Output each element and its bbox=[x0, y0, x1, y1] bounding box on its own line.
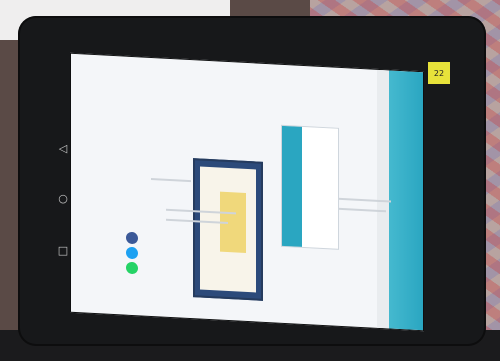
back-glyph: ◁ bbox=[58, 142, 68, 155]
facebook-icon[interactable] bbox=[126, 231, 138, 245]
certificate-image bbox=[193, 158, 263, 301]
tablet-sticker: 22 bbox=[428, 62, 450, 84]
recent-glyph: □ bbox=[57, 244, 69, 257]
recent-apps-icon[interactable]: □ bbox=[56, 244, 70, 257]
browser-top-bar[interactable] bbox=[389, 70, 423, 331]
back-icon[interactable]: ◁ bbox=[56, 142, 70, 155]
content-card-header bbox=[282, 125, 302, 247]
whatsapp-icon[interactable] bbox=[126, 261, 138, 275]
sticker-label: 22 bbox=[433, 68, 445, 78]
certificate-paper bbox=[200, 166, 256, 293]
tablet-screen bbox=[70, 52, 424, 332]
twitter-icon[interactable] bbox=[126, 246, 138, 260]
home-glyph: ○ bbox=[58, 192, 68, 205]
article-text-line-3 bbox=[151, 177, 191, 183]
home-icon[interactable]: ○ bbox=[56, 192, 70, 205]
content-card[interactable] bbox=[281, 124, 339, 250]
